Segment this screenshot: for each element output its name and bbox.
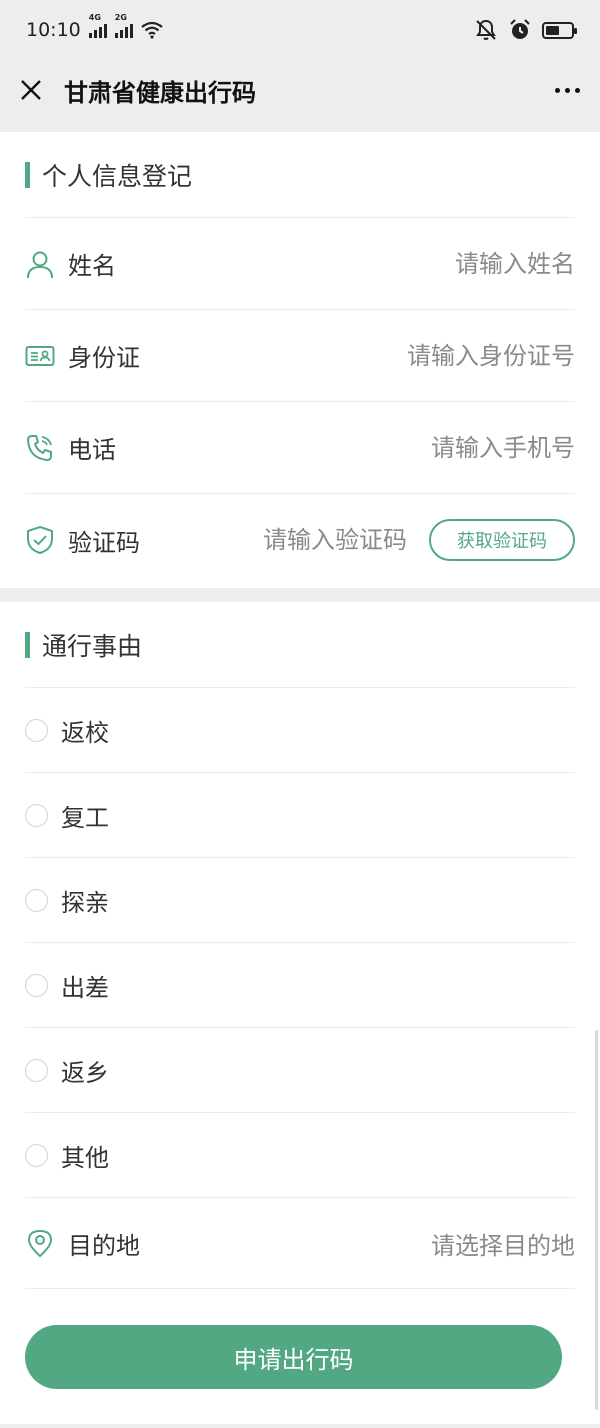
status-left: 10:10 4G 2G	[26, 13, 163, 41]
phone-input[interactable]	[116, 433, 575, 462]
code-row: 验证码 获取验证码	[25, 494, 575, 586]
id-card-row: 身份证	[25, 310, 575, 402]
reason-label: 返校	[61, 718, 109, 747]
personal-info-card: 个人信息登记 姓名 身份证	[0, 132, 600, 588]
destination-row[interactable]: 目的地 请选择目的地	[25, 1198, 575, 1289]
apply-travel-code-button[interactable]: 申请出行码	[25, 1325, 562, 1389]
reason-option[interactable]: 出差	[25, 943, 575, 1028]
section-title: 个人信息登记	[42, 161, 193, 191]
network-type-2: 2G	[114, 13, 127, 22]
travel-reason-card: 通行事由 返校 复工 探亲 出差 返乡 其他 目的地 请选择目的地	[0, 602, 600, 1424]
title-bar: 甘肃省健康出行码	[0, 60, 600, 120]
reason-label: 探亲	[61, 888, 109, 917]
reason-label: 出差	[61, 973, 109, 1002]
destination-label: 目的地	[68, 1231, 140, 1260]
reason-option[interactable]: 返乡	[25, 1028, 575, 1113]
signal-icon-2: 2G	[114, 13, 133, 38]
radio-button[interactable]	[25, 888, 48, 912]
name-input[interactable]	[116, 249, 575, 278]
id-card-input[interactable]	[140, 341, 575, 370]
radio-button[interactable]	[25, 718, 48, 742]
reason-label: 返乡	[61, 1058, 109, 1087]
network-type-1: 4G	[88, 13, 101, 22]
code-label: 验证码	[68, 528, 140, 557]
radio-button[interactable]	[25, 973, 48, 997]
battery-icon	[542, 21, 577, 39]
travel-reason-header: 通行事由	[25, 602, 575, 688]
name-row: 姓名	[25, 218, 575, 310]
wifi-icon	[141, 21, 163, 39]
phone-icon	[25, 433, 55, 463]
signal-icon: 4G	[88, 13, 107, 38]
shield-check-icon	[25, 525, 55, 555]
name-label: 姓名	[68, 252, 116, 280]
close-icon[interactable]	[20, 79, 42, 101]
personal-info-header: 个人信息登记	[25, 132, 575, 218]
status-bar: 10:10 4G 2G	[0, 0, 600, 60]
battery-fill	[546, 25, 560, 35]
reason-option[interactable]: 其他	[25, 1113, 575, 1198]
get-code-button[interactable]: 获取验证码	[429, 519, 575, 561]
phone-label: 电话	[68, 436, 116, 464]
reason-option[interactable]: 复工	[25, 773, 575, 858]
alarm-icon	[510, 19, 530, 39]
status-time: 10:10	[26, 19, 81, 41]
radio-button[interactable]	[25, 1058, 48, 1082]
page-title: 甘肃省健康出行码	[64, 78, 256, 107]
id-card-label: 身份证	[68, 344, 140, 372]
reason-option[interactable]: 探亲	[25, 858, 575, 943]
radio-button[interactable]	[25, 803, 48, 827]
section-accent-bar	[25, 161, 30, 188]
section-title: 通行事由	[42, 631, 143, 661]
section-accent-bar	[25, 631, 30, 658]
id-card-icon	[25, 341, 55, 371]
scrollbar[interactable]	[595, 1030, 598, 1410]
reason-label: 其他	[61, 1143, 109, 1172]
code-input[interactable]	[140, 526, 407, 554]
user-icon	[25, 249, 55, 279]
status-right	[474, 18, 577, 42]
more-options-icon[interactable]	[555, 87, 580, 93]
radio-button[interactable]	[25, 1143, 48, 1167]
destination-select[interactable]: 请选择目的地	[431, 1226, 575, 1261]
reason-option[interactable]: 返校	[25, 688, 575, 773]
location-pin-icon	[25, 1228, 55, 1258]
reason-label: 复工	[61, 803, 109, 832]
phone-row: 电话	[25, 402, 575, 494]
mute-icon	[476, 19, 496, 40]
